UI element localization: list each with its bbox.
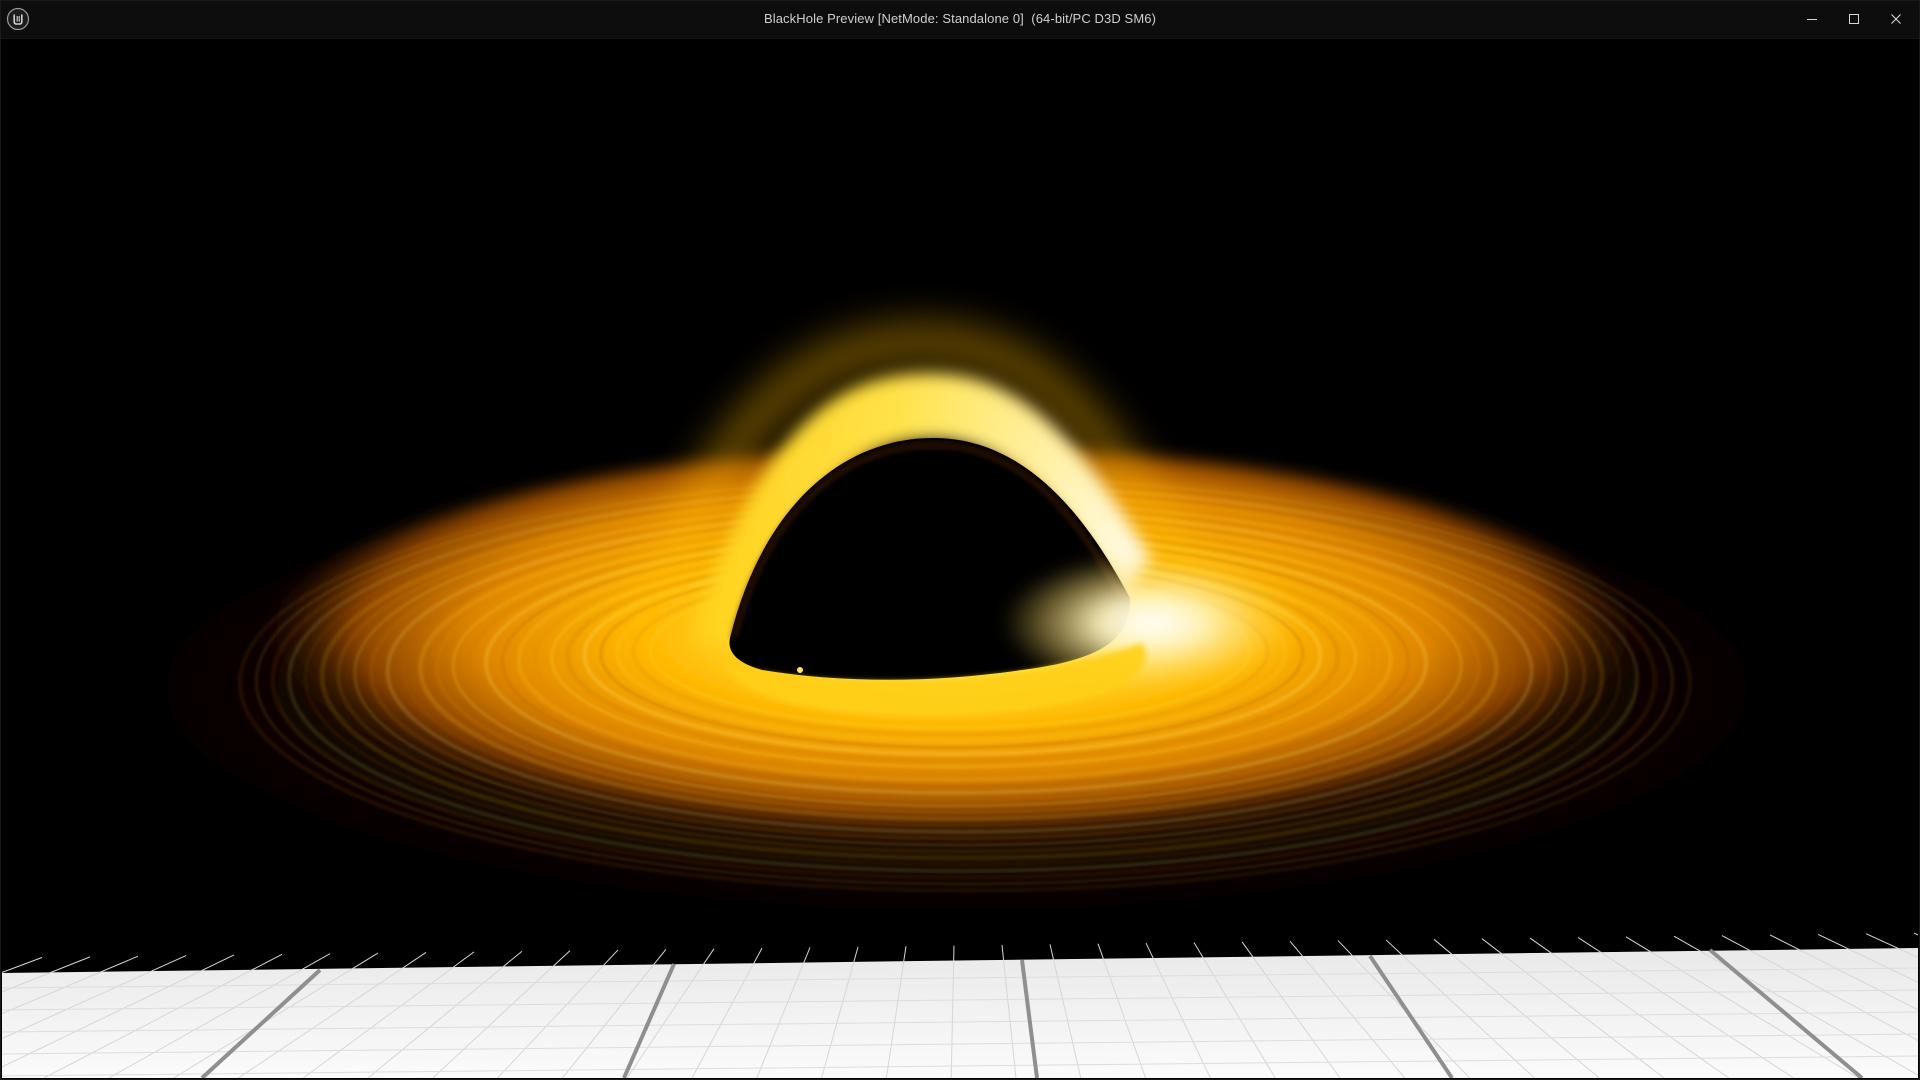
scene-render <box>2 38 1918 1078</box>
title-bar[interactable]: BlackHole Preview [NetMode: Standalone 0… <box>0 0 1920 39</box>
maximize-button[interactable] <box>1833 0 1875 38</box>
game-viewport[interactable] <box>2 38 1918 1078</box>
game-window: BlackHole Preview [NetMode: Standalone 0… <box>0 0 1920 1080</box>
maximize-icon <box>1848 13 1860 25</box>
unreal-engine-logo-icon[interactable] <box>6 7 30 31</box>
minimize-button[interactable] <box>1791 0 1833 38</box>
close-button[interactable] <box>1875 0 1917 38</box>
close-icon <box>1890 13 1902 25</box>
minimize-icon <box>1806 13 1818 25</box>
window-title: BlackHole Preview [NetMode: Standalone 0… <box>763 11 1157 26</box>
